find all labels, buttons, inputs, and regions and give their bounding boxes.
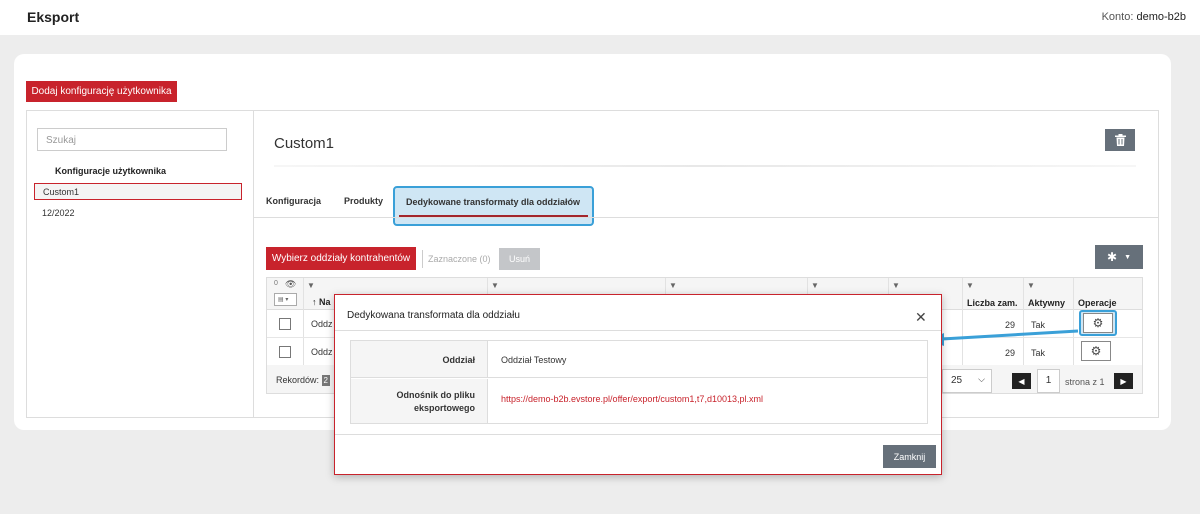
- row-checkbox[interactable]: [279, 318, 291, 330]
- orders-column-header[interactable]: Liczba zam.: [967, 298, 1018, 308]
- branch-transform-modal: Dedykowana transformata dla oddziału ✕ O…: [334, 294, 942, 475]
- detail-value: Oddział Testowy: [501, 355, 567, 365]
- filter-icon[interactable]: ▼: [491, 281, 499, 290]
- page-of-label: strona z 1: [1065, 377, 1105, 387]
- modal-header-divider: [335, 330, 941, 331]
- filter-icon[interactable]: ▼: [669, 281, 677, 290]
- filter-icon[interactable]: ▼: [892, 281, 900, 290]
- account-name: demo-b2b: [1136, 11, 1186, 23]
- records-count: 2: [321, 375, 330, 386]
- gear-icon: ⚙: [1090, 344, 1102, 358]
- page-title: Eksport: [27, 9, 80, 25]
- tab-branch-transforms-label: Dedykowane transformaty dla oddziałów: [406, 197, 581, 207]
- tab-products[interactable]: Produkty: [344, 196, 383, 206]
- operations-column-header: Operacje: [1078, 298, 1117, 308]
- close-icon[interactable]: ✕: [915, 309, 927, 326]
- account-info: Konto: demo-b2b: [1102, 11, 1186, 23]
- page-size-value: 25: [951, 375, 963, 386]
- page-size-select[interactable]: 25 ⌵: [942, 369, 992, 393]
- row-checkbox[interactable]: [279, 346, 291, 358]
- top-bar: [0, 0, 1200, 35]
- modal-title: Dedykowana transformata dla oddziału: [347, 310, 520, 321]
- filter-icon[interactable]: ▼: [307, 281, 315, 290]
- sidebar-section-title: Konfiguracje użytkownika: [55, 166, 167, 176]
- tools-dropdown-button[interactable]: ✱ ▼: [1095, 245, 1143, 269]
- next-page-button[interactable]: ▶: [1114, 373, 1133, 389]
- choose-branches-button[interactable]: Wybierz oddziały kontrahentów: [266, 247, 416, 270]
- tab-branch-transforms[interactable]: Dedykowane transformaty dla oddziałów: [393, 186, 594, 226]
- detail-label: Oddział: [351, 341, 488, 377]
- select-all-dropdown[interactable]: ▤ ▾: [274, 293, 297, 306]
- modal-footer-divider: [335, 434, 941, 435]
- tabs-divider: [254, 217, 1158, 218]
- name-header-text: Na: [319, 297, 331, 307]
- prev-page-button[interactable]: ◀: [1012, 373, 1031, 389]
- sidebar: [26, 110, 254, 418]
- selected-count: 0: [274, 280, 278, 287]
- marked-count: Zaznaczone (0): [428, 254, 491, 264]
- records-info: Rekordów: 2: [276, 375, 330, 386]
- name-column-header[interactable]: ↑ Na: [312, 297, 331, 307]
- row-name: Oddz: [311, 347, 333, 357]
- row-orders: 29: [1005, 348, 1016, 358]
- chevron-right-icon: ▶: [1120, 376, 1127, 386]
- filter-icon[interactable]: ▼: [966, 281, 974, 290]
- annotation-arrow: [928, 329, 1079, 346]
- active-column-header[interactable]: Aktywny: [1028, 298, 1065, 308]
- account-label: Konto:: [1101, 11, 1134, 23]
- page-number-input[interactable]: 1: [1037, 369, 1060, 393]
- sidebar-item-custom1[interactable]: Custom1: [34, 183, 242, 200]
- records-label: Rekordów:: [276, 375, 320, 385]
- modal-details-table: Oddział Oddział Testowy Odnośnik do plik…: [350, 340, 928, 424]
- search-input[interactable]: Szukaj: [37, 128, 227, 151]
- detail-row-export-link: Odnośnik do pliku eksportowego https://d…: [351, 379, 927, 423]
- delete-config-button[interactable]: [1105, 129, 1135, 151]
- export-link[interactable]: https://demo-b2b.evstore.pl/offer/export…: [501, 394, 763, 404]
- filter-icon[interactable]: ▼: [1027, 281, 1035, 290]
- row-active: Tak: [1031, 348, 1046, 358]
- row-name: Oddz: [311, 319, 333, 329]
- chevron-left-icon: ◀: [1018, 376, 1025, 386]
- trash-icon: [1114, 134, 1126, 146]
- filter-icon[interactable]: ▼: [811, 281, 819, 290]
- caret-down-icon: ▼: [1124, 253, 1131, 261]
- tab-configuration[interactable]: Konfiguracja: [266, 196, 321, 206]
- action-separator: [422, 250, 423, 268]
- remove-button[interactable]: Usuń: [499, 248, 540, 270]
- config-title: Custom1: [274, 135, 335, 152]
- row-settings-button[interactable]: ⚙: [1083, 313, 1113, 333]
- add-config-button[interactable]: Dodaj konfigurację użytkownika: [26, 81, 177, 102]
- gear-icon: ⚙: [1092, 316, 1104, 330]
- sidebar-item-12-2022[interactable]: 12/2022: [42, 208, 75, 218]
- chevron-down-icon: ⌵: [978, 374, 985, 384]
- eye-icon[interactable]: 👁: [285, 279, 296, 290]
- tools-icon: ✱: [1107, 250, 1118, 264]
- detail-row-branch: Oddział Oddział Testowy: [351, 341, 927, 378]
- title-divider: [274, 165, 1136, 167]
- detail-label: Odnośnik do pliku eksportowego: [351, 379, 488, 423]
- close-button[interactable]: Zamknij: [883, 445, 936, 468]
